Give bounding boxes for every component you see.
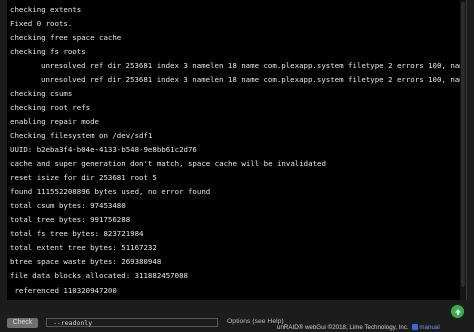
console-line: checking extents <box>10 5 82 14</box>
console-line: btree space waste bytes: 269380948 <box>10 257 162 266</box>
console-line: file data blocks allocated: 311882457088 <box>10 271 188 280</box>
console-line: total extent tree bytes: 51167232 <box>10 243 157 252</box>
check-button[interactable]: Check <box>7 318 38 328</box>
console-output: checking extents Fixed 0 roots. checking… <box>7 0 467 300</box>
console-line: checking free space cache <box>10 33 122 42</box>
console-line: enabling repair mode <box>10 117 99 126</box>
book-icon <box>412 324 419 331</box>
console-line: cache and super generation don't match, … <box>10 159 326 168</box>
console-line: checking fs roots <box>10 47 86 56</box>
options-input[interactable]: --readonly <box>46 318 218 327</box>
console-line: total csum bytes: 97453480 <box>10 201 126 210</box>
console-line: unresolved ref dir 253681 index 3 namele… <box>41 61 467 70</box>
footer-copyright: unRAID® webGui ©2018, Lime Technology, I… <box>277 324 409 331</box>
console-line: reset isize for dir 253681 root 5 <box>10 173 157 182</box>
console-scrollbar[interactable] <box>460 0 466 300</box>
console-line: referenced 110320947200 <box>10 286 117 295</box>
footer: unRAID® webGui ©2018, Lime Technology, I… <box>277 324 440 331</box>
console-line: Fixed 0 roots. <box>10 19 73 28</box>
console-line: Checking filesystem on /dev/sdf1 <box>10 131 153 140</box>
console-line: total fs tree bytes: 823721984 <box>10 229 144 238</box>
console-line: UUID: b2eba3f4-b04e-4133-b548-9e8bb61c2d… <box>10 145 197 154</box>
console-line: found 111552208896 bytes used, no error … <box>10 187 211 196</box>
options-help-label: Options (see Help) <box>227 318 284 325</box>
console-line: checking root refs <box>10 103 91 112</box>
console-line: checking csums <box>10 89 73 98</box>
manual-link[interactable]: manual <box>419 324 439 331</box>
scrollbar-thumb[interactable] <box>461 2 465 287</box>
console-line: unresolved ref dir 253681 index 3 namele… <box>41 75 467 84</box>
console-line: total tree bytes: 991756288 <box>10 215 131 224</box>
